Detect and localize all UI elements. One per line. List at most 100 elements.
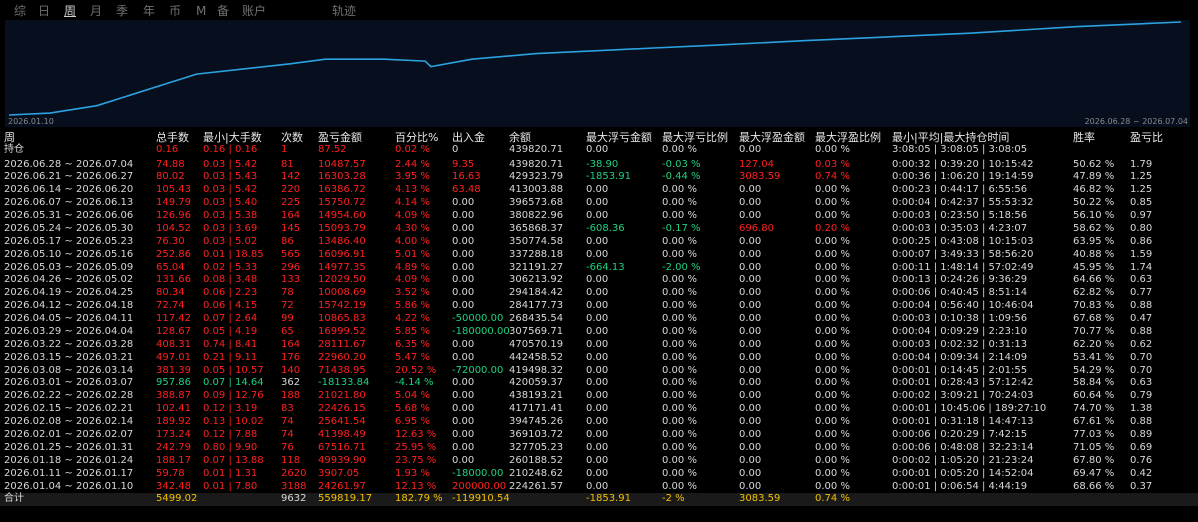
table-cell: 242.79: [156, 441, 191, 453]
table-cell: 80.02: [156, 171, 185, 183]
tab-9[interactable]: 账户: [242, 3, 266, 19]
table-cell: 0.76: [1130, 454, 1153, 466]
table-cell: 0.01 | 18.85: [203, 248, 264, 260]
table-cell: 0.00 %: [815, 377, 850, 389]
table-cell: 0.06 | 4.15: [203, 300, 258, 312]
table-row[interactable]: 2026.05.31 ~ 2026.06.06 126.96 0.03 | 5.38…: [0, 210, 1198, 223]
table-cell: 4.30 %: [395, 222, 430, 234]
table-cell: 25.95 %: [395, 441, 437, 453]
table-cell: 0.00: [452, 300, 475, 312]
table-row[interactable]: 2026.02.01 ~ 2026.02.07 173.24 0.12 | 7.88…: [0, 429, 1198, 442]
tab-6[interactable]: 币: [169, 3, 181, 19]
table-cell: 0:00:02 | 1:05:20 | 21:23:24: [892, 454, 1034, 466]
table-cell: 0.00: [739, 235, 762, 247]
tab-4[interactable]: 季: [116, 3, 128, 19]
table-row[interactable]: 2026.06.14 ~ 2026.06.20 105.43 0.03 | 5.42…: [0, 184, 1198, 197]
table-row[interactable]: 2026.01.25 ~ 2026.01.31 242.79 0.80 | 9.90…: [0, 442, 1198, 455]
table-row[interactable]: 2026.06.21 ~ 2026.06.27 80.02 0.03 | 5.43 1…: [0, 171, 1198, 184]
table-cell: 0:00:32 | 0:39:20 | 10:15:42: [892, 158, 1034, 170]
table-cell: 1.79: [1130, 158, 1153, 170]
table-row[interactable]: 2026.05.10 ~ 2026.05.16 252.86 0.01 | 18.8…: [0, 249, 1198, 262]
table-cell: 0.00: [586, 454, 609, 466]
table-cell: 22960.20: [318, 351, 366, 363]
table-cell: 142: [281, 171, 301, 183]
table-row[interactable]: 2026.02.22 ~ 2026.02.28 388.87 0.09 | 12.7…: [0, 390, 1198, 403]
table-cell: 0.16: [156, 144, 179, 155]
tab-10[interactable]: 轨迹: [332, 3, 356, 19]
table-row[interactable]: 2026.03.01 ~ 2026.03.07 957.86 0.07 | 14.6…: [0, 377, 1198, 390]
table-row[interactable]: 2026.03.15 ~ 2026.03.21 497.01 0.21 | 9.11…: [0, 352, 1198, 365]
table-cell: 0.00: [452, 377, 475, 389]
table-cell: 182.79 %: [395, 493, 443, 505]
table-cell: 2026.06.14 ~ 2026.06.20: [4, 184, 134, 196]
table-row[interactable]: 2026.04.05 ~ 2026.04.11 117.42 0.07 | 2.64…: [0, 313, 1198, 326]
table-row[interactable]: 2026.06.07 ~ 2026.06.13 149.79 0.03 | 5.40…: [0, 197, 1198, 210]
table-row[interactable]: 2026.04.19 ~ 2026.04.25 80.34 0.06 | 2.23 7…: [0, 287, 1198, 300]
table-cell: 0.00: [586, 210, 609, 222]
table-cell: 0.00 %: [662, 210, 697, 222]
table-cell: 0.03 | 3.69: [203, 222, 258, 234]
tab-7[interactable]: M: [196, 3, 206, 19]
table-cell: 429323.79: [509, 171, 564, 183]
table-cell: 0.00 %: [815, 197, 850, 209]
tab-2[interactable]: 周: [64, 3, 76, 19]
table-cell: 3:08:05 | 3:08:05 | 3:08:05: [892, 144, 1028, 155]
table-cell: 74: [281, 428, 294, 440]
table-cell: 0.00: [452, 274, 475, 286]
table-cell: 13486.40: [318, 235, 366, 247]
table-cell: 696.80: [739, 222, 774, 234]
table-cell: 2026.02.01 ~ 2026.02.07: [4, 428, 134, 440]
table-cell: 4.09 %: [395, 274, 430, 286]
holding-row: 持仓 0.16 0.16 | 0.16 1 87.52 0.02 % 0 439820.71 0…: [0, 144, 1198, 157]
table-cell: 173.24: [156, 428, 191, 440]
table-cell: 6.95 %: [395, 416, 430, 428]
x-axis-end-label: 2026.06.28 ~ 2026.07.04: [1084, 117, 1188, 126]
table-row[interactable]: 2026.01.18 ~ 2026.01.24 188.17 0.07 | 13.8…: [0, 455, 1198, 468]
table-row[interactable]: 2026.02.15 ~ 2026.02.21 102.41 0.12 | 3.19…: [0, 403, 1198, 416]
tab-3[interactable]: 月: [90, 3, 102, 19]
table-row[interactable]: 2026.01.04 ~ 2026.01.10 342.48 0.01 | 7.80…: [0, 481, 1198, 494]
table-cell: 0.74 %: [815, 493, 850, 505]
table-cell: 0.00 %: [662, 428, 697, 440]
table-row[interactable]: 2026.04.26 ~ 2026.05.02 131.66 0.08 | 3.48…: [0, 274, 1198, 287]
table-row[interactable]: 2026.06.28 ~ 2026.07.04 74.88 0.03 | 5.42 8…: [0, 159, 1198, 172]
table-row[interactable]: 2026.02.08 ~ 2026.02.14 189.92 0.13 | 10.0…: [0, 416, 1198, 429]
table-cell: 10008.69: [318, 287, 366, 299]
table-row[interactable]: 2026.05.24 ~ 2026.05.30 104.52 0.03 | 3.69…: [0, 223, 1198, 236]
table-cell: 0.00: [586, 197, 609, 209]
table-cell: 268435.54: [509, 313, 564, 325]
table-cell: 72.74: [156, 300, 185, 312]
table-cell: -38.90: [586, 158, 619, 170]
tab-8[interactable]: 备: [217, 3, 229, 19]
table-cell: 0.00: [586, 441, 609, 453]
table-cell: 2026.03.08 ~ 2026.03.14: [4, 364, 134, 376]
table-cell: -1853.91: [586, 171, 631, 183]
table-cell: 0.00: [586, 338, 609, 350]
table-cell: 15750.72: [318, 197, 366, 209]
table-cell: 0.00 %: [815, 454, 850, 466]
table-cell: 0.07 | 13.88: [203, 454, 264, 466]
table-row[interactable]: 2026.03.22 ~ 2026.03.28 408.31 0.74 | 8.41…: [0, 339, 1198, 352]
tab-0[interactable]: 综: [14, 3, 26, 19]
table-header: 周总手数 最小|大手数 次数 盈亏金额 百分比% 出入金 余额 最大浮亏金额 最大浮亏比例 最大浮…: [0, 130, 1198, 144]
table-cell: 0.74 | 8.41: [203, 338, 258, 350]
table-row[interactable]: 2026.03.29 ~ 2026.04.04 128.67 0.05 | 4.19…: [0, 326, 1198, 339]
table-row[interactable]: 2026.01.11 ~ 2026.01.17 59.78 0.01 | 1.31 2…: [0, 468, 1198, 481]
table-cell: 0.05 | 10.57: [203, 364, 264, 376]
tab-5[interactable]: 年: [143, 3, 155, 19]
tab-1[interactable]: 日: [38, 3, 50, 19]
table-cell: 0.00: [739, 338, 762, 350]
table-cell: 0.00 %: [662, 467, 697, 479]
table-cell: 0.00: [452, 287, 475, 299]
table-cell: 149.79: [156, 197, 191, 209]
table-cell: 1: [281, 144, 288, 155]
table-cell: -50000.00: [452, 313, 504, 325]
table-cell: 1.59: [1130, 248, 1153, 260]
table-row[interactable]: 2026.05.03 ~ 2026.05.09 65.04 0.02 | 5.33 2…: [0, 262, 1198, 275]
table-row[interactable]: 2026.04.12 ~ 2026.04.18 72.74 0.06 | 4.15 7…: [0, 300, 1198, 313]
table-row[interactable]: 2026.03.08 ~ 2026.03.14 381.39 0.05 | 10.5…: [0, 365, 1198, 378]
table-cell: 65.04: [156, 261, 185, 273]
table-cell: 87.52: [318, 144, 347, 155]
table-cell: 0.00 %: [662, 364, 697, 376]
table-row[interactable]: 2026.05.17 ~ 2026.05.23 76.30 0.03 | 5.02 8…: [0, 236, 1198, 249]
